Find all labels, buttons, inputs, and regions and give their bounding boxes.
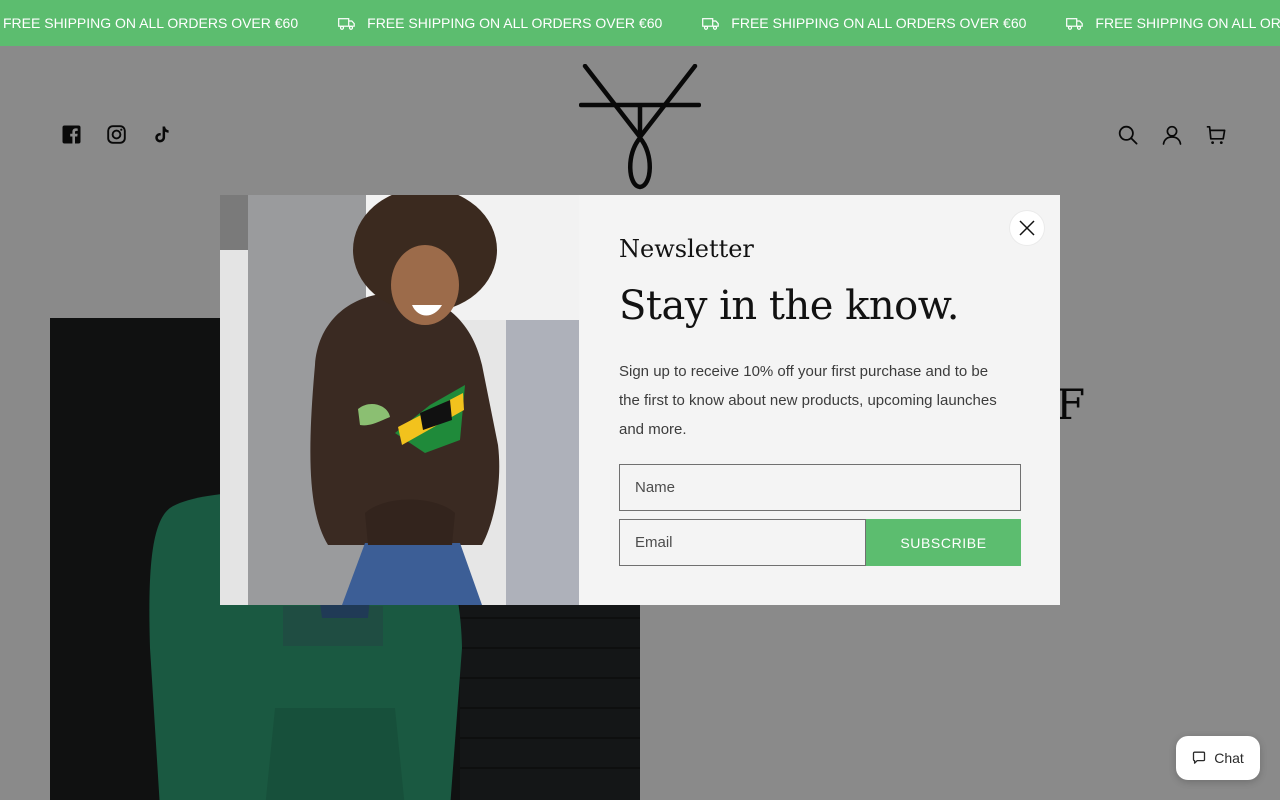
- newsletter-modal: Newsletter Stay in the know. Sign up to …: [220, 195, 1060, 605]
- chat-button[interactable]: Chat: [1176, 736, 1260, 780]
- announcement-item: FREE SHIPPING ON ALL ORDERS OVER €60: [1026, 15, 1280, 31]
- truck-icon: [338, 17, 355, 30]
- chat-bubble-icon: [1193, 751, 1206, 764]
- close-icon: [1019, 220, 1035, 236]
- truck-icon: [1066, 17, 1084, 30]
- chat-label: Chat: [1214, 750, 1244, 766]
- close-button[interactable]: [1010, 211, 1044, 245]
- announcement-track: FREE SHIPPING ON ALL ORDERS OVER €60 FREE…: [0, 0, 1280, 46]
- announcement-item: FREE SHIPPING ON ALL ORDERS OVER €60: [0, 15, 298, 31]
- announcement-text: FREE SHIPPING ON ALL ORDERS OVER €60: [3, 15, 299, 31]
- announcement-item: FREE SHIPPING ON ALL ORDERS OVER €60: [662, 15, 1026, 31]
- subscribe-button[interactable]: SUBSCRIBE: [866, 519, 1021, 566]
- newsletter-content: Newsletter Stay in the know. Sign up to …: [579, 195, 1060, 605]
- newsletter-image: [220, 195, 579, 605]
- announcement-text: FREE SHIPPING ON ALL ORDERS OVER €60: [367, 15, 663, 31]
- announcement-item: FREE SHIPPING ON ALL ORDERS OVER €60: [298, 15, 662, 31]
- announcement-text: FREE SHIPPING ON ALL ORDERS OVER €60: [731, 15, 1027, 31]
- truck-icon: [702, 17, 720, 30]
- newsletter-eyebrow: Newsletter: [619, 235, 754, 263]
- name-field: [619, 464, 1021, 511]
- name-input[interactable]: [635, 479, 1005, 496]
- announcement-text: FREE SHIPPING ON ALL ORDERS OVER €60: [1095, 15, 1280, 31]
- email-field: [619, 519, 866, 566]
- newsletter-description: Sign up to receive 10% off your first pu…: [619, 363, 997, 438]
- announcement-bar: FREE SHIPPING ON ALL ORDERS OVER €60 FREE…: [0, 0, 1280, 46]
- email-input[interactable]: [635, 534, 850, 551]
- email-row: SUBSCRIBE: [619, 519, 1021, 566]
- newsletter-headline: Stay in the know.: [619, 283, 959, 329]
